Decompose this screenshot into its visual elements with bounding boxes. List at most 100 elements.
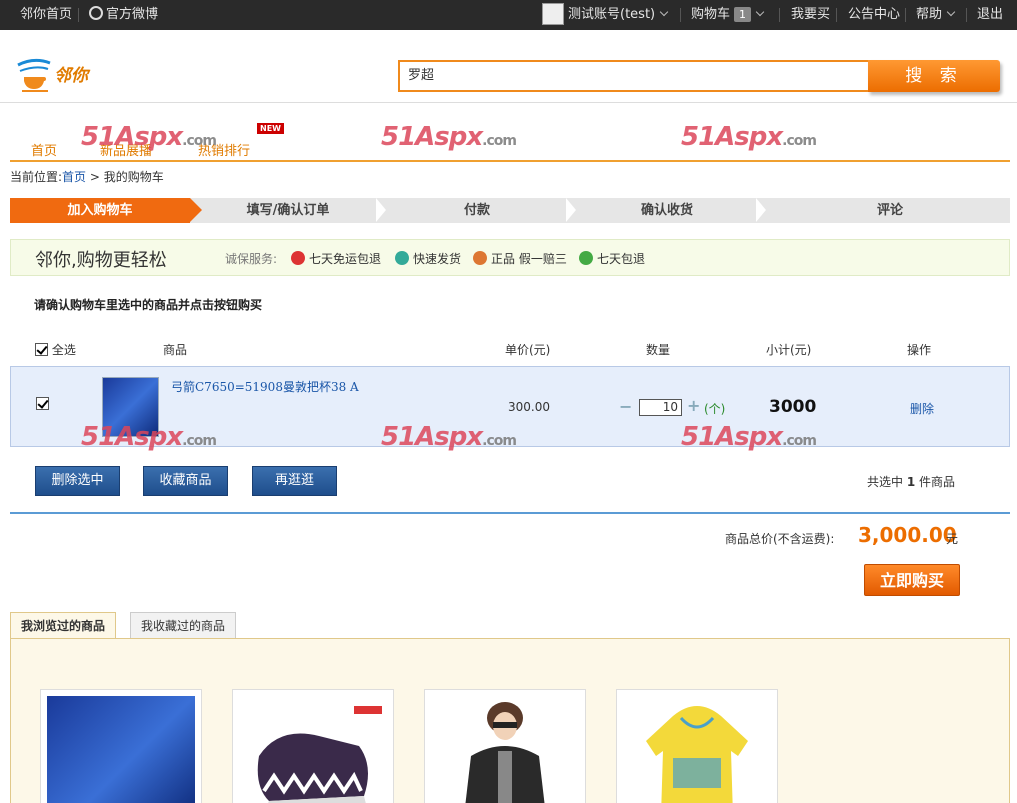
account-menu[interactable]: 测试账号(test) — [542, 0, 669, 30]
step-arrow — [376, 198, 386, 222]
step-arrow — [190, 198, 202, 222]
continue-shopping-button[interactable]: 再逛逛 — [252, 466, 337, 496]
minus-icon[interactable]: − — [619, 397, 632, 416]
selected-count-value: 1 — [906, 475, 916, 489]
buy-now-button[interactable]: 立即购买 — [864, 564, 960, 596]
delete-link[interactable]: 删除 — [910, 400, 934, 417]
select-all-checkbox[interactable] — [35, 343, 48, 356]
table-row: 弓箭C7650=51908曼敦把杯38 A 300.00 − 10 + (个) … — [10, 366, 1010, 447]
selected-suffix: 件商品 — [919, 475, 956, 489]
plus-icon[interactable]: + — [687, 396, 700, 415]
chevron-down-icon — [946, 7, 956, 17]
tab-browsed[interactable]: 我浏览过的商品 — [10, 612, 117, 640]
header-quantity: 数量 — [646, 343, 671, 357]
service-item-label: 快速发货 — [413, 252, 462, 266]
breadcrumb-label: 当前位置: — [10, 170, 63, 184]
service-item-label: 七天免运包退 — [309, 252, 382, 266]
tab-favorited[interactable]: 我收藏过的商品 — [130, 612, 237, 639]
divider — [779, 8, 780, 22]
step-add-to-cart: 加入购物车 — [10, 198, 190, 223]
select-all-label: 全选 — [51, 343, 76, 357]
cart-count-badge: 1 — [734, 7, 752, 22]
product-image — [431, 696, 579, 803]
step-fill-order: 填写/确认订单 — [246, 203, 330, 218]
cart-instruction: 请确认购物车里选中的商品并点击按钮购买 — [34, 298, 263, 312]
quantity-input[interactable]: 10 — [639, 399, 682, 416]
chevron-down-icon — [755, 7, 765, 17]
service-item-label: 正品 假一赔三 — [491, 252, 567, 266]
divider — [10, 512, 1010, 514]
step-payment: 付款 — [463, 203, 490, 218]
step-arrow — [756, 198, 766, 222]
step-arrow — [566, 198, 576, 222]
badge-icon — [473, 251, 487, 265]
product-image — [239, 696, 387, 803]
service-item-label: 七天包退 — [597, 252, 646, 266]
cart-menu[interactable]: 购物车 1 — [691, 0, 765, 30]
help-label: 帮助 — [916, 7, 943, 22]
logout-link[interactable]: 退出 — [977, 0, 1003, 30]
badge-icon — [291, 251, 305, 265]
product-image — [623, 696, 771, 803]
top-weibo-label: 官方微博 — [106, 7, 159, 22]
product-card[interactable] — [424, 689, 586, 803]
product-name-link[interactable]: 弓箭C7650=51908曼敦把杯38 A — [171, 378, 359, 395]
selected-prefix: 共选中 — [867, 475, 904, 489]
favorite-button[interactable]: 收藏商品 — [143, 466, 228, 496]
badge-icon — [395, 251, 409, 265]
product-image — [47, 696, 195, 803]
top-home-link[interactable]: 邻你首页 — [20, 0, 72, 30]
breadcrumb: 当前位置:首页 > 我的购物车 — [10, 168, 164, 185]
breadcrumb-home-link[interactable]: 首页 — [62, 170, 86, 184]
main-nav: 首页 新品展播 热销排行 NEW — [10, 118, 1010, 162]
weibo-icon — [89, 6, 103, 20]
step-confirm-receipt: 确认收货 — [640, 203, 693, 218]
divider — [836, 8, 837, 22]
item-checkbox[interactable] — [36, 397, 49, 410]
divider — [966, 8, 967, 22]
header-product: 商品 — [163, 343, 188, 357]
service-item: 七天包退 — [579, 250, 645, 267]
divider — [680, 8, 681, 22]
select-all[interactable]: 全选 — [35, 341, 76, 358]
product-card[interactable] — [40, 689, 202, 803]
service-item: 快速发货 — [395, 250, 461, 267]
product-card[interactable] — [232, 689, 394, 803]
chevron-down-icon — [659, 7, 669, 17]
total-unit: 元 — [946, 532, 959, 546]
header-subtotal: 小计(元) — [766, 343, 812, 357]
header-unit-price: 单价(元) — [505, 343, 551, 357]
service-item: 七天免运包退 — [291, 250, 381, 267]
product-card[interactable] — [616, 689, 778, 803]
account-name: 测试账号(test) — [568, 7, 656, 22]
nav-home[interactable]: 首页 — [31, 140, 57, 159]
avatar — [542, 2, 564, 25]
svg-text:邻你: 邻你 — [54, 66, 91, 86]
header: 邻你 罗超 搜 索 — [0, 30, 1017, 103]
site-logo[interactable]: 邻你 — [14, 55, 108, 95]
step-review: 评论 — [876, 203, 903, 218]
divider — [905, 8, 906, 22]
delete-selected-button[interactable]: 删除选中 — [35, 466, 120, 496]
order-steps: 加入购物车 填写/确认订单 付款 确认收货 评论 — [10, 198, 1010, 223]
top-bar: 邻你首页 官方微博 测试账号(test) 购物车 1 我要买 公告中心 帮助 退出 — [0, 0, 1017, 30]
notice-link[interactable]: 公告中心 — [848, 0, 900, 30]
service-label: 诚保服务: — [225, 252, 278, 266]
buy-link[interactable]: 我要买 — [791, 0, 830, 30]
top-weibo-link[interactable]: 官方微博 — [89, 0, 158, 30]
product-thumbnail[interactable] — [102, 377, 159, 437]
total-price: 3,000.00 — [858, 523, 957, 547]
recent-products-panel — [10, 638, 1010, 803]
new-badge: NEW — [257, 123, 284, 134]
divider — [78, 8, 79, 22]
breadcrumb-separator: > — [86, 170, 104, 184]
item-subtotal: 3000 — [769, 397, 817, 417]
help-menu[interactable]: 帮助 — [916, 0, 956, 30]
nav-hot[interactable]: 热销排行 — [198, 140, 250, 159]
total-label: 商品总价(不含运费): — [725, 532, 835, 546]
search-input[interactable]: 罗超 — [398, 60, 870, 92]
search-button[interactable]: 搜 索 — [868, 60, 1000, 92]
unit-price: 300.00 — [508, 400, 550, 414]
slogan: 邻你,购物更轻松 — [35, 250, 167, 271]
nav-new-products[interactable]: 新品展播 — [100, 140, 152, 159]
